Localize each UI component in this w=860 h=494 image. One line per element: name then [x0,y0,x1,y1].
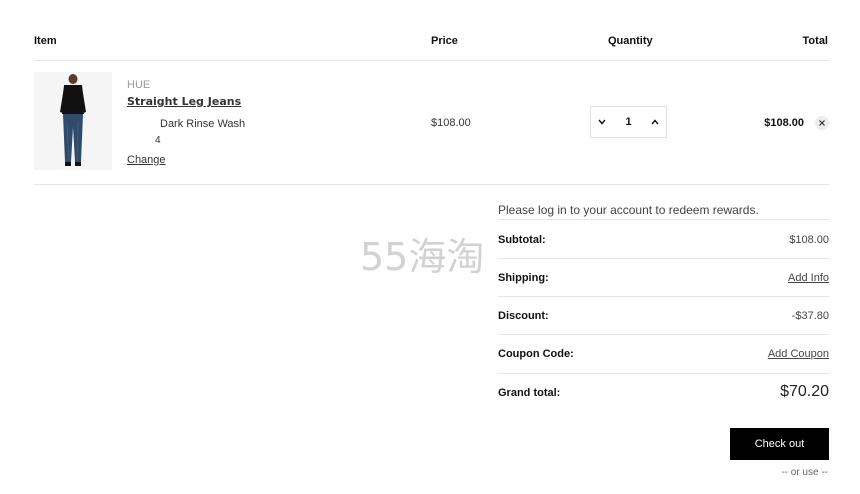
summary-row-discount: Discount: -$37.80 [498,296,829,334]
summary-row-subtotal: Subtotal: $108.00 [498,219,829,257]
checkout-button[interactable]: Check out [730,428,829,460]
item-divider [34,184,829,185]
summary-row-shipping: Shipping: Add Info [498,258,829,296]
decrease-quantity-button[interactable] [591,107,613,137]
grand-total-label: Grand total: [498,387,561,399]
coupon-code-label: Coupon Code: [498,348,574,360]
item-price: $108.00 [431,117,471,129]
discount-value: -$37.80 [791,310,829,322]
header-divider [34,60,829,61]
product-color: Dark Rinse Wash [160,118,246,130]
change-item-link[interactable]: Change [127,154,166,166]
add-shipping-info-link[interactable]: Add Info [788,272,829,284]
chevron-up-icon [651,119,659,125]
product-size: 4 [155,135,161,146]
rewards-message: Please log in to your account to redeem … [498,203,759,217]
column-header-total: Total [802,35,828,47]
grand-total-value: $70.20 [780,383,829,400]
watermark: 55海淘 [360,235,485,279]
or-use-label: -- or use -- [781,467,828,478]
product-image[interactable] [34,72,112,170]
line-total: $108.00 [764,117,804,129]
product-brand: HUE [127,79,151,91]
shipping-label: Shipping: [498,272,549,284]
quantity-stepper: 1 [590,106,667,138]
product-name-link[interactable]: Straight Leg Jeans [127,95,241,108]
subtotal-value: $108.00 [789,234,829,246]
subtotal-label: Subtotal: [498,234,546,246]
increase-quantity-button[interactable] [644,107,666,137]
column-header-quantity: Quantity [608,35,653,47]
chevron-down-icon [598,119,606,125]
quantity-value[interactable]: 1 [613,107,644,137]
remove-item-button[interactable] [815,116,829,130]
column-header-price: Price [431,35,458,47]
summary-row-grand-total: Grand total: $70.20 [498,373,829,411]
close-icon [819,120,825,126]
add-coupon-link[interactable]: Add Coupon [768,348,829,360]
discount-label: Discount: [498,310,549,322]
column-header-item: Item [34,35,57,47]
summary-row-coupon: Coupon Code: Add Coupon [498,334,829,372]
